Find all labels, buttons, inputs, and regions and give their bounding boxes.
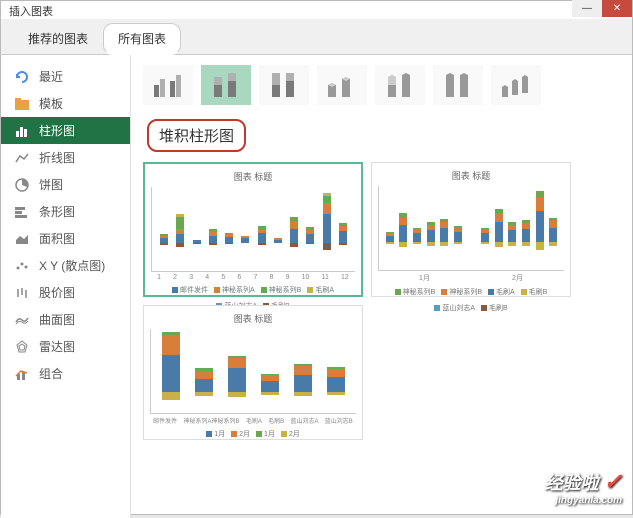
surface-chart-icon [13,313,31,327]
preview-chart [378,186,564,271]
close-button[interactable]: ✕ [602,0,632,17]
template-icon [13,97,31,111]
sidebar-item-label: 雷达图 [39,338,75,355]
radar-chart-icon [13,340,31,354]
titlebar: 插入图表 — ✕ [1,1,632,19]
subtype-stacked[interactable] [201,65,251,105]
subtype-row [143,65,620,105]
preview-2[interactable]: 图表 标题 1月2月 神秘系列B神秘系列B毛刷A毛刷B蓝山刘志A毛刷B [371,162,571,297]
scatter-chart-icon [13,259,31,273]
preview-title: 图表 标题 [151,170,355,183]
chart-subtitle: 堆积柱形图 [147,119,246,152]
sidebar-item-template[interactable]: 模板 [1,90,130,117]
subtype-100stacked[interactable] [259,65,309,105]
preview-grid: 图表 标题 123456789101112 邮件发件神秘系列A神秘系列B毛刷A蓝… [143,162,620,440]
column-chart-icon [13,124,31,138]
preview-3[interactable]: 图表 标题 邮件发件神秘系列A神秘系列B毛刷A毛刷B蓝山刘志A蓝山刘志B 1月2… [143,305,363,440]
sidebar-item-label: X Y (散点图) [39,257,105,274]
tab-bar: 推荐的图表 所有图表 [1,19,632,55]
pie-chart-icon [13,178,31,192]
preview-1[interactable]: 图表 标题 123456789101112 邮件发件神秘系列A神秘系列B毛刷A蓝… [143,162,363,297]
sidebar-item-area[interactable]: 面积图 [1,225,130,252]
window-title: 插入图表 [9,6,53,18]
sidebar-item-pie[interactable]: 饼图 [1,171,130,198]
sidebar-item-label: 饼图 [39,176,63,193]
subtype-3d-100stacked[interactable] [433,65,483,105]
bar-chart-icon [13,205,31,219]
subtype-clustered[interactable] [143,65,193,105]
preview-title: 图表 标题 [378,169,564,182]
subtype-3d-stacked[interactable] [375,65,425,105]
sidebar-item-label: 组合 [39,365,63,382]
sidebar-item-label: 面积图 [39,230,75,247]
watermark: 经验啦 ✓ jingyanla.com [545,469,622,506]
combo-chart-icon [13,367,31,381]
sidebar-item-scatter[interactable]: X Y (散点图) [1,252,130,279]
sidebar-item-label: 柱形图 [39,122,75,139]
sidebar-item-label: 曲面图 [39,311,75,328]
main-panel: 堆积柱形图 图表 标题 123456789101112 邮件发件神秘系列A神秘系… [131,55,632,518]
sidebar-item-label: 股价图 [39,284,75,301]
sidebar-item-line[interactable]: 折线图 [1,144,130,171]
area-chart-icon [13,232,31,246]
sidebar-item-surface[interactable]: 曲面图 [1,306,130,333]
tab-all[interactable]: 所有图表 [103,23,181,55]
sidebar-item-stock[interactable]: 股价图 [1,279,130,306]
preview-chart [150,329,356,414]
sidebar-item-label: 条形图 [39,203,75,220]
stock-chart-icon [13,286,31,300]
tab-recommended[interactable]: 推荐的图表 [13,23,103,54]
sidebar-item-bar[interactable]: 条形图 [1,198,130,225]
recent-icon [13,70,31,84]
sidebar-item-radar[interactable]: 雷达图 [1,333,130,360]
sidebar: 最近 模板 柱形图 折线图 饼图 条形图 [1,55,131,518]
sidebar-item-label: 折线图 [39,149,75,166]
sidebar-item-column[interactable]: 柱形图 [1,117,130,144]
preview-title: 图表 标题 [150,312,356,325]
subtype-3d-column[interactable] [491,65,541,105]
minimize-button[interactable]: — [572,0,602,17]
sidebar-item-recent[interactable]: 最近 [1,63,130,90]
sidebar-item-label: 模板 [39,95,63,112]
preview-chart [151,187,355,272]
subtype-3d-clustered[interactable] [317,65,367,105]
sidebar-item-label: 最近 [39,68,63,85]
line-chart-icon [13,151,31,165]
sidebar-item-combo[interactable]: 组合 [1,360,130,387]
